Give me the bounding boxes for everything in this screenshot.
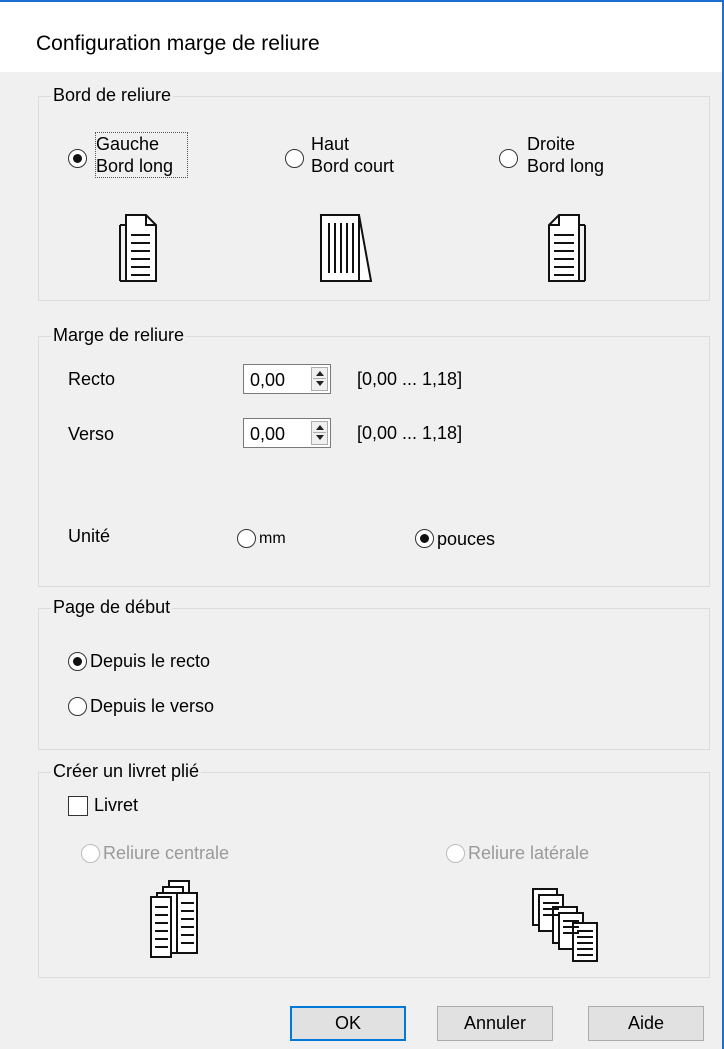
top-binding-line2: Bord court <box>311 156 395 176</box>
start-page-legend: Page de début <box>51 597 173 618</box>
help-button[interactable]: Aide <box>588 1006 704 1041</box>
right-binding-page-icon <box>548 214 586 282</box>
binding-edge-legend: Bord de reliure <box>51 85 174 106</box>
verso-spin-buttons[interactable] <box>311 421 328 445</box>
center-binding-label[interactable]: Reliure centrale <box>103 843 229 864</box>
recto-label: Recto <box>68 369 116 389</box>
booklet-checkbox-label[interactable]: Livret <box>94 795 138 816</box>
radio-start-recto[interactable] <box>68 652 87 671</box>
radio-side-binding[interactable] <box>446 844 465 863</box>
unit-inches-label[interactable]: pouces <box>437 529 495 550</box>
title-bar[interactable]: Configuration marge de reliure <box>0 2 722 72</box>
radio-start-verso[interactable] <box>68 697 87 716</box>
recto-spin-buttons[interactable] <box>311 367 328 391</box>
start-verso-label[interactable]: Depuis le verso <box>90 696 214 717</box>
spin-down-icon[interactable] <box>316 435 324 440</box>
side-binding-label[interactable]: Reliure latérale <box>468 843 589 864</box>
top-binding-label[interactable]: Haut Bord court <box>311 133 394 177</box>
left-binding-page-icon <box>119 214 157 282</box>
unit-mm-label[interactable]: mm <box>259 530 286 548</box>
left-binding-line1: Gauche <box>96 134 160 154</box>
recto-range: [0,00 ... 1,18] <box>357 369 463 389</box>
side-binding-booklet-icon <box>532 888 598 962</box>
spin-up-icon[interactable] <box>316 371 324 376</box>
dialog-body: Bord de reliure Gauche Bord long Haut Bo… <box>0 72 722 1049</box>
verso-spinner[interactable]: 0,00 <box>243 418 331 448</box>
ok-button[interactable]: OK <box>290 1006 406 1041</box>
left-binding-line2: Bord long <box>96 156 174 176</box>
cancel-button[interactable]: Annuler <box>437 1006 553 1041</box>
verso-label: Verso <box>68 424 115 444</box>
right-binding-line2: Bord long <box>527 156 605 176</box>
start-recto-label[interactable]: Depuis le recto <box>90 651 210 672</box>
verso-value[interactable]: 0,00 <box>250 424 285 445</box>
recto-spinner[interactable]: 0,00 <box>243 364 331 394</box>
spin-divider <box>313 378 326 379</box>
recto-value[interactable]: 0,00 <box>250 370 285 391</box>
booklet-legend: Créer un livret plié <box>51 761 202 782</box>
center-binding-booklet-icon <box>150 880 198 958</box>
right-binding-label[interactable]: Droite Bord long <box>527 133 604 177</box>
booklet-group: Créer un livret plié Livret Reliure cent… <box>38 761 710 978</box>
spin-divider <box>313 432 326 433</box>
top-binding-page-icon <box>319 214 373 282</box>
spin-up-icon[interactable] <box>316 425 324 430</box>
top-binding-line1: Haut <box>311 134 350 154</box>
booklet-checkbox[interactable] <box>68 796 88 816</box>
radio-unit-inches[interactable] <box>415 529 434 548</box>
binding-margin-legend: Marge de reliure <box>51 325 187 346</box>
unit-label: Unité <box>68 526 111 546</box>
right-binding-line1: Droite <box>527 134 576 154</box>
dialog-title: Configuration marge de reliure <box>36 32 320 55</box>
verso-range: [0,00 ... 1,18] <box>357 423 463 443</box>
left-binding-label[interactable]: Gauche Bord long <box>95 132 188 178</box>
binding-edge-group: Bord de reliure Gauche Bord long Haut Bo… <box>38 85 710 301</box>
start-page-group: Page de début Depuis le recto Depuis le … <box>38 597 710 750</box>
radio-unit-mm[interactable] <box>237 529 256 548</box>
radio-center-binding[interactable] <box>81 844 100 863</box>
radio-right-binding[interactable] <box>499 149 518 168</box>
binding-margin-group: Marge de reliure Recto 0,00 [0,00 ... 1,… <box>38 325 710 587</box>
radio-top-binding[interactable] <box>285 149 304 168</box>
radio-left-binding[interactable] <box>68 149 87 168</box>
spin-down-icon[interactable] <box>316 381 324 386</box>
